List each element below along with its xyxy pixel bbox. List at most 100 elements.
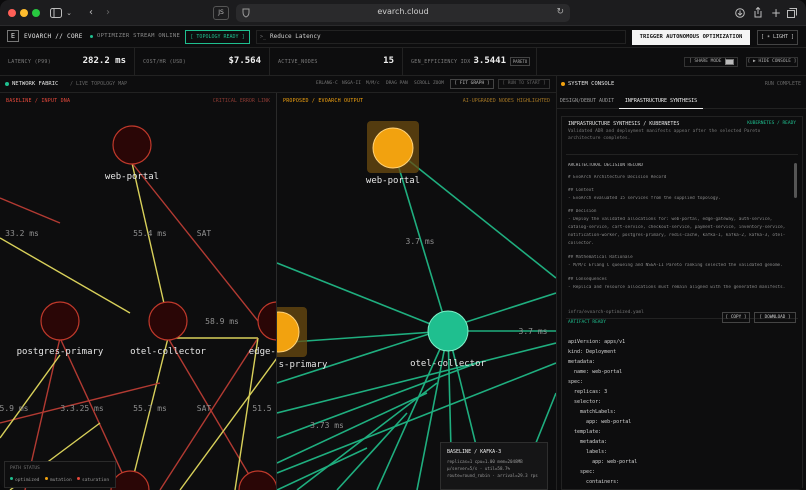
- hide-console-button[interactable]: [ ▶ HIDE CONSOLE ]: [746, 57, 798, 67]
- proposed-graph[interactable]: web-portal s-primary otel-collector 3.7 …: [277, 93, 556, 490]
- yaml-line: matchLabels:: [568, 409, 617, 415]
- tool-erlang-c: ERLANG-C: [316, 81, 338, 86]
- browser-window: ⌄ ‹ › JS evarch.cloud ↻ + E EVOARCH // C…: [0, 0, 806, 490]
- edge-label: 55.4 ms: [133, 229, 167, 238]
- pareto-badge: PARETO: [510, 57, 530, 66]
- node-postgres-primary[interactable]: [40, 301, 80, 341]
- node-label: web-portal: [366, 176, 420, 186]
- doc-line: ## Consequences: [568, 277, 607, 282]
- download-icon[interactable]: [733, 6, 747, 20]
- download-button[interactable]: [ DOWNLOAD ]: [754, 312, 796, 323]
- baseline-status: CRITICAL ERROR LINK: [212, 98, 270, 104]
- theme-toggle-button[interactable]: [ ☀ LIGHT ]: [757, 30, 798, 45]
- optimization-goal-input[interactable]: >_ Reduce Latency: [256, 30, 626, 44]
- node-otel-collector[interactable]: [427, 310, 469, 352]
- console-body[interactable]: INFRASTRUCTURE SYNTHESIS / KUBERNETES KU…: [561, 116, 803, 490]
- edge-label: 3.73 ms: [310, 421, 344, 430]
- run-to-start-button[interactable]: [ RUN TO START ]: [498, 79, 550, 89]
- chevron-down-icon[interactable]: ⌄: [64, 6, 74, 20]
- edge-label: 3.7 ms: [519, 327, 548, 336]
- node-web-portal[interactable]: [112, 125, 152, 165]
- tooltip-line: route=round_robin · arrival=29.3 rps: [447, 473, 538, 478]
- node-offscreen[interactable]: [110, 470, 150, 490]
- yaml-line: template:: [568, 429, 602, 435]
- forward-icon[interactable]: ›: [101, 6, 115, 20]
- baseline-title: BASELINE / INPUT DNA: [6, 98, 71, 104]
- address-bar[interactable]: evarch.cloud ↻: [236, 4, 570, 22]
- doc-line: - Deploy the validated allocations for: …: [568, 217, 773, 222]
- app-header: E EVOARCH // CORE OPTIMIZER STREAM ONLIN…: [0, 26, 806, 48]
- proposed-status: AI-UPGRADED NODES HIGHLIGHTED: [462, 98, 550, 104]
- baseline-panel[interactable]: BASELINE / INPUT DNA CRITICAL ERROR LINK: [0, 93, 277, 490]
- console-tabs: DESIGN/DEBUT AUDIT INFRASTRUCTURE SYNTHE…: [557, 93, 806, 109]
- new-tab-icon[interactable]: +: [769, 6, 783, 20]
- node-label: postgres-primary: [17, 347, 104, 357]
- yaml-line: metadata:: [568, 359, 596, 365]
- fabric-toolbar: NETWORK FABRIC / LIVE TOPOLOGY MAP ERLAN…: [0, 76, 556, 93]
- doc-line: ## Context: [568, 188, 594, 193]
- fit-graph-button[interactable]: [ FIT GRAPH ]: [450, 79, 494, 89]
- adr-document[interactable]: ARCHITECTURAL DECISION RECORD # EvoArch …: [566, 154, 798, 319]
- back-icon[interactable]: ‹: [84, 6, 98, 20]
- edge-label: 58.9 ms: [205, 317, 239, 326]
- doc-line: - EvoArch evaluated 15 services from the…: [568, 196, 721, 201]
- metric-value: 282.2 ms: [82, 56, 126, 66]
- metric-value: $7.564: [228, 56, 261, 66]
- reload-icon[interactable]: ↻: [556, 7, 564, 17]
- edge: [234, 337, 259, 490]
- proposed-panel[interactable]: PROPOSED / EVOARCH OUTPUT AI-UPGRADED NO…: [277, 93, 556, 490]
- yaml-line: selector:: [568, 399, 602, 405]
- url-text: evarch.cloud: [377, 7, 429, 16]
- node-edge-gateway[interactable]: [257, 301, 277, 341]
- tool-mmc: M/M/c: [366, 81, 380, 86]
- edge-label: 55.7 ms: [133, 404, 167, 413]
- proposed-title: PROPOSED / EVOARCH OUTPUT: [283, 98, 364, 104]
- doc-line: ## Mathematical Rationale: [568, 255, 633, 260]
- yaml-line: name: web-portal: [568, 369, 623, 375]
- node-label: web-portal: [105, 172, 159, 182]
- edge-label: 33.2 ms: [5, 229, 39, 238]
- minimize-window-icon[interactable]: [20, 9, 28, 17]
- share-mode-label: [ SHARE MODE ]: [689, 59, 727, 64]
- node-label: otel-collector: [130, 347, 206, 357]
- share-mode-toggle[interactable]: [ SHARE MODE ]: [684, 57, 738, 67]
- metric-label: ACTIVE_NODES: [278, 59, 318, 65]
- tab-infrastructure-synthesis[interactable]: INFRASTRUCTURE SYNTHESIS: [619, 93, 703, 109]
- doc-line: notification-worker, postgres-primary, r…: [568, 233, 786, 238]
- extension-js-icon[interactable]: JS: [213, 6, 229, 20]
- console-title: SYSTEM CONSOLE: [568, 81, 615, 87]
- sidebar-icon[interactable]: [49, 6, 63, 20]
- node-otel-collector[interactable]: [148, 301, 188, 341]
- node-web-portal[interactable]: [372, 127, 414, 169]
- legend-item-saturation: saturation: [77, 477, 109, 483]
- metrics-bar: LATENCY (P99) 282.2 ms COST/HR (USD) $7.…: [0, 48, 806, 76]
- copy-button[interactable]: [ COPY ]: [722, 312, 750, 323]
- tool-nsga-ii: NSGA-II: [342, 81, 361, 86]
- baseline-graph[interactable]: web-portal postgres-primary otel-collect…: [0, 93, 277, 490]
- doc-line: catalog-service, cart-service, checkout-…: [568, 225, 786, 230]
- edge: [277, 362, 478, 439]
- trigger-optimization-button[interactable]: TRIGGER AUTONOMOUS OPTIMIZATION: [632, 30, 750, 45]
- edge-label: SAT: [197, 229, 212, 238]
- doc-scrollbar[interactable]: [794, 163, 797, 198]
- browser-toolbar: ⌄ ‹ › JS evarch.cloud ↻ +: [0, 0, 806, 26]
- yaml-file-path: infra/evoarch-optimized.yaml: [568, 310, 644, 315]
- tabs-icon[interactable]: [785, 6, 799, 20]
- close-window-icon[interactable]: [8, 9, 16, 17]
- yaml-line: replicas: 3: [568, 389, 608, 395]
- metric-label: COST/HR (USD): [143, 59, 187, 65]
- yaml-line: metadata:: [568, 439, 608, 445]
- tab-design-audit[interactable]: DESIGN/DEBUT AUDIT: [557, 93, 617, 109]
- edge: [129, 337, 169, 490]
- node-offscreen[interactable]: [238, 470, 277, 490]
- edge: [159, 337, 259, 490]
- stream-status-dot: [90, 35, 93, 38]
- edge: [277, 447, 368, 490]
- doc-line: - Replica and resource allocations must …: [568, 285, 786, 290]
- tooltip-title: BASELINE / KAFKA-3: [447, 449, 502, 455]
- legend-item-optimized: optimized: [10, 477, 39, 483]
- share-icon[interactable]: [751, 6, 765, 20]
- doc-line: - M/M/c Erlang C queueing and NSGA-II Pa…: [568, 263, 783, 268]
- maximize-window-icon[interactable]: [32, 9, 40, 17]
- node-label: s-primary: [279, 360, 328, 370]
